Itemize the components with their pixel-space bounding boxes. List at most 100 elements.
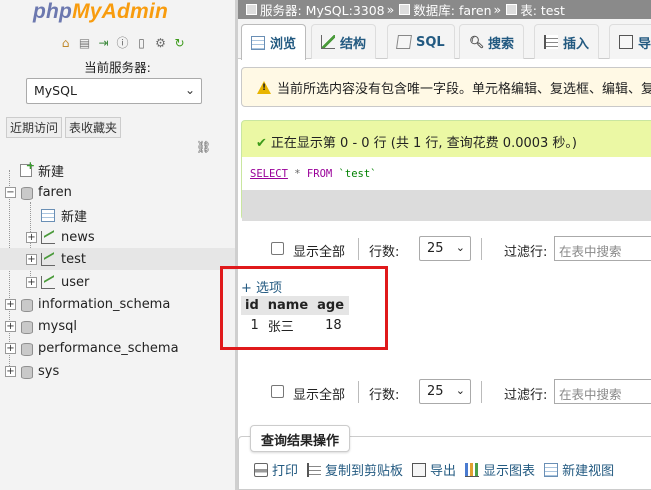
server-select-value: MySQL bbox=[34, 83, 77, 98]
expand-icon[interactable]: + bbox=[5, 342, 16, 354]
expand-icon[interactable]: + bbox=[5, 320, 16, 332]
tree-label: faren bbox=[38, 184, 72, 200]
rows-per-page-select[interactable]: 25 ⌄ bbox=[419, 379, 471, 404]
tree-item-sys[interactable]: + sys bbox=[5, 360, 59, 382]
tree-item-user[interactable]: + user bbox=[26, 271, 89, 293]
breadcrumb-table[interactable]: 表: test bbox=[520, 0, 565, 19]
show-all-label[interactable]: 显示全部 bbox=[293, 241, 345, 260]
rows-per-page-select[interactable]: 25 ⌄ bbox=[419, 236, 471, 261]
exit-icon[interactable]: ⇥ bbox=[96, 35, 111, 50]
tree-item-new[interactable]: 新建 bbox=[5, 159, 64, 181]
table-row: 1 张三 18 bbox=[241, 315, 349, 336]
navigation-row-top: 显示全部 行数: 25 ⌄ 过滤行: 在表中搜索 bbox=[238, 236, 651, 262]
database-icon bbox=[20, 365, 33, 379]
tree-label: 新建 bbox=[38, 164, 65, 180]
database-icon[interactable]: ▤ bbox=[77, 35, 92, 50]
column-header-age[interactable]: age bbox=[313, 296, 350, 315]
tab-structure[interactable]: 结构 bbox=[311, 24, 377, 59]
insert-icon bbox=[544, 35, 558, 49]
tree-item-performance-schema[interactable]: + performance_schema bbox=[5, 337, 179, 359]
help-icon[interactable]: ⓘ bbox=[115, 35, 130, 50]
cell-name[interactable]: 张三 bbox=[264, 315, 313, 336]
print-link[interactable]: 打印 bbox=[254, 460, 298, 479]
breadcrumb-separator: » bbox=[493, 2, 502, 17]
tree-item-test[interactable]: + test bbox=[0, 248, 235, 270]
new-icon bbox=[20, 159, 35, 177]
favorites-tab[interactable]: 表收藏夹 bbox=[65, 117, 122, 138]
tree-item-faren-new[interactable]: 新建 bbox=[26, 204, 87, 226]
column-header-name[interactable]: name bbox=[263, 296, 314, 315]
cell-id[interactable]: 1 bbox=[241, 315, 264, 336]
filter-rows-input[interactable]: 在表中搜索 bbox=[554, 379, 651, 404]
navigation-row-bottom: 显示全部 行数: 25 ⌄ 过滤行: 在表中搜索 bbox=[238, 379, 651, 405]
tree-item-news[interactable]: + news bbox=[26, 226, 95, 248]
sql-query-text[interactable]: SELECT * FROM `test` bbox=[250, 168, 376, 180]
structure-icon bbox=[321, 35, 335, 49]
expand-icon[interactable]: + bbox=[26, 231, 37, 243]
tab-export[interactable]: 导 bbox=[609, 24, 651, 59]
database-icon bbox=[20, 186, 33, 200]
display-chart-link[interactable]: 显示图表 bbox=[465, 460, 535, 479]
table-header-row: id name age bbox=[241, 296, 350, 315]
filter-rows-input[interactable]: 在表中搜索 bbox=[554, 236, 651, 261]
expand-icon[interactable]: + bbox=[26, 276, 37, 288]
tree-item-mysql[interactable]: + mysql bbox=[5, 315, 77, 337]
filter-rows-label: 过滤行: bbox=[504, 388, 548, 403]
unique-key-notice: 当前所选内容没有包含唯一字段。单元格编辑、复选框、编辑、复 bbox=[241, 67, 651, 107]
expand-icon[interactable]: + bbox=[26, 253, 37, 265]
database-icon bbox=[20, 342, 33, 356]
tab-label: 插入 bbox=[563, 36, 590, 52]
sql-table-name: `test` bbox=[338, 168, 377, 180]
show-all-checkbox[interactable] bbox=[271, 385, 284, 398]
options-link[interactable]: + 选项 bbox=[241, 277, 282, 296]
tree-label: news bbox=[61, 229, 95, 245]
tab-insert[interactable]: 插入 bbox=[534, 24, 600, 59]
tab-label: 搜索 bbox=[488, 36, 515, 52]
tree-label: sys bbox=[38, 363, 60, 379]
sql-star: * bbox=[294, 168, 301, 180]
tab-search[interactable]: 🔍︎ 搜索 bbox=[459, 24, 525, 59]
cell-age[interactable]: 18 bbox=[313, 315, 349, 336]
logo-myadmin-text: MyAdmin bbox=[72, 0, 168, 23]
tree-label: user bbox=[61, 274, 90, 290]
sql-keyword-select[interactable]: SELECT bbox=[250, 168, 288, 180]
column-header-id[interactable]: id bbox=[241, 296, 264, 315]
recent-tab[interactable]: 近期访问 bbox=[6, 117, 63, 138]
navigation-panel: phpMyAdmin ⌂ ▤ ⇥ ⓘ ▯ ⚙ ↻ 当前服务器: MySQL ⌄ … bbox=[0, 0, 235, 490]
tab-browse[interactable]: 浏览 bbox=[241, 24, 307, 60]
breadcrumb-database[interactable]: 数据库: faren bbox=[413, 0, 491, 19]
notice-text: 当前所选内容没有包含唯一字段。单元格编辑、复选框、编辑、复 bbox=[277, 81, 651, 97]
settings-icon[interactable]: ⚙ bbox=[153, 35, 168, 50]
export-link[interactable]: 导出 bbox=[412, 460, 456, 479]
collapse-icon[interactable]: − bbox=[5, 186, 16, 198]
home-icon[interactable]: ⌂ bbox=[58, 35, 73, 50]
breadcrumb-server[interactable]: 服务器: MySQL:3308 bbox=[260, 0, 385, 19]
tab-label: 结构 bbox=[340, 36, 367, 52]
tree-item-faren[interactable]: − faren bbox=[5, 181, 72, 203]
show-all-label[interactable]: 显示全部 bbox=[293, 384, 345, 403]
expand-icon[interactable]: + bbox=[5, 365, 16, 377]
checkmark-icon: ✔ bbox=[256, 136, 267, 151]
copy-label: 复制到剪贴板 bbox=[325, 464, 404, 479]
clipboard-icon bbox=[307, 462, 322, 477]
show-all-checkbox[interactable] bbox=[271, 242, 284, 255]
expand-icon[interactable]: + bbox=[5, 298, 16, 310]
divider bbox=[358, 238, 359, 260]
link-with-main-icon[interactable]: ⛓ bbox=[196, 140, 211, 154]
create-view-link[interactable]: 新建视图 bbox=[544, 460, 614, 479]
success-text: 正在显示第 0 - 0 行 (共 1 行, 查询花费 0.0003 秒。) bbox=[270, 136, 577, 151]
phpmyadmin-logo[interactable]: phpMyAdmin bbox=[33, 0, 168, 24]
rows-select-value: 25 bbox=[427, 241, 444, 256]
tab-sql[interactable]: SQL bbox=[387, 24, 455, 59]
export-label: 导出 bbox=[430, 464, 457, 479]
create-view-icon bbox=[544, 462, 559, 477]
tree-item-information-schema[interactable]: + information_schema bbox=[5, 293, 170, 315]
tree-label: information_schema bbox=[38, 296, 171, 312]
new-table-icon bbox=[41, 208, 55, 222]
docs-icon[interactable]: ▯ bbox=[134, 35, 149, 50]
rows-label: 行数: bbox=[369, 245, 400, 260]
server-select[interactable]: MySQL ⌄ bbox=[26, 78, 202, 104]
browse-icon bbox=[251, 35, 265, 50]
reload-icon[interactable]: ↻ bbox=[172, 35, 187, 50]
copy-to-clipboard-link[interactable]: 复制到剪贴板 bbox=[307, 460, 403, 479]
